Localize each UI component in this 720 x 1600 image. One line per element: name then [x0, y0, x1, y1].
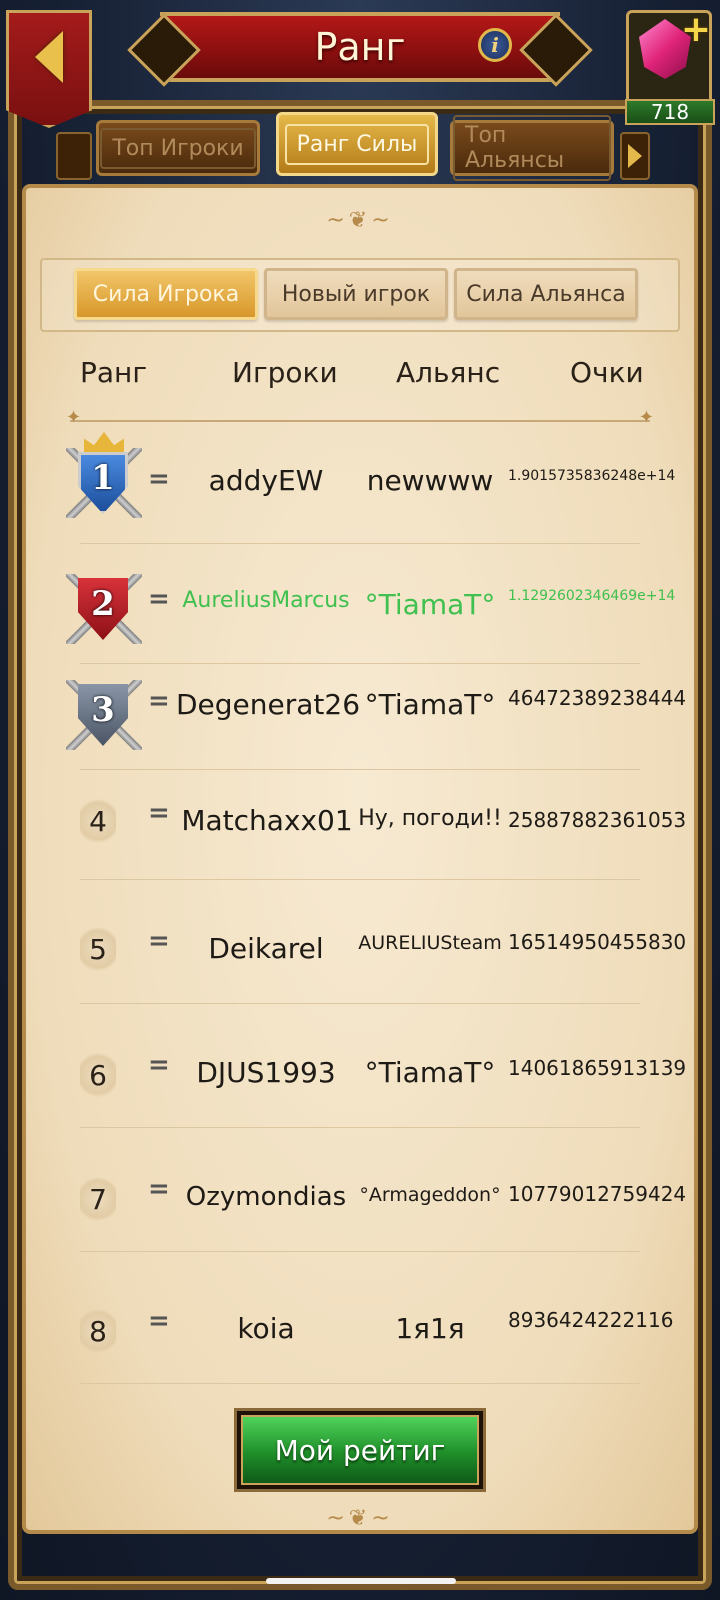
- rank-change: =: [148, 584, 170, 614]
- subtab-alliance-power[interactable]: Сила Альянса: [454, 268, 638, 320]
- points-value: 1.9015735836248e+14: [508, 468, 676, 484]
- rank-2-badge: 2: [66, 564, 142, 648]
- table-row[interactable]: 6 = DJUS1993 °TiamaT° 14061865913139: [80, 1004, 686, 1128]
- main-tabs: Топ Игроки Ранг Силы Топ Альянсы: [56, 112, 666, 182]
- points-value: 16514950455830: [508, 930, 687, 954]
- table-row[interactable]: 1 = addyEW newwww 1.9015735836248e+14: [66, 424, 675, 544]
- top-bar: Ранг i + 718: [0, 0, 720, 128]
- plus-icon[interactable]: +: [681, 9, 711, 50]
- column-headers: Ранг Игроки Альянс Очки: [60, 356, 660, 396]
- points-value: 10779012759424: [508, 1182, 687, 1206]
- rank-1-badge: 1: [66, 432, 142, 522]
- my-rating-button[interactable]: Мой рейтиг: [234, 1408, 486, 1492]
- header-alliance: Альянс: [396, 356, 501, 389]
- tab-label: Топ Игроки: [100, 127, 256, 169]
- rank-change: =: [148, 798, 170, 828]
- rank-change: =: [148, 1306, 170, 1336]
- table-row[interactable]: 4 = Matchaxx01 Ну, погоди!! 258878823610…: [80, 770, 686, 880]
- header-points: Очки: [570, 356, 644, 389]
- table-row[interactable]: 7 = Ozymondias °Armageddon° 107790127594…: [80, 1128, 686, 1252]
- alliance-name: °TiamaT°: [364, 1056, 496, 1089]
- rank-number: 6: [80, 1050, 116, 1100]
- tab-top-players[interactable]: Топ Игроки: [96, 120, 260, 176]
- rank-change: =: [148, 464, 170, 494]
- player-name: Ozymondias: [185, 1182, 347, 1212]
- points-value: 1.1292602346469e+14: [508, 588, 676, 604]
- tab-top-alliances[interactable]: Топ Альянсы: [450, 115, 614, 181]
- subtabs: Сила Игрока Новый игрок Сила Альянса: [40, 258, 680, 332]
- player-name: Deikarel: [208, 932, 324, 965]
- alliance-name: °TiamaT°: [364, 688, 496, 721]
- table-row[interactable]: 5 = Deikarel AURELIUSteam 16514950455830: [80, 880, 686, 1004]
- tab-left-stub: [56, 132, 92, 180]
- player-name: koia: [237, 1312, 295, 1345]
- gem-currency[interactable]: + 718: [625, 9, 715, 125]
- tab-label: Топ Альянсы: [453, 115, 611, 181]
- alliance-name: 1я1я: [395, 1312, 465, 1345]
- player-name: DJUS1993: [196, 1056, 336, 1089]
- alliance-name: newwww: [366, 464, 494, 497]
- header-rank: Ранг: [80, 356, 148, 389]
- player-name: Degenerat26: [176, 688, 361, 721]
- subtab-new-player[interactable]: Новый игрок: [264, 268, 448, 320]
- rank-number: 7: [80, 1174, 116, 1224]
- my-rating-label: Мой рейтиг: [241, 1415, 479, 1485]
- ornament-top: ~❦~: [326, 208, 394, 233]
- rank-change: =: [148, 686, 170, 716]
- rank-change: =: [148, 926, 170, 956]
- back-arrow-icon: [35, 31, 63, 83]
- tab-next-button[interactable]: [620, 132, 650, 180]
- player-name: AureliusMarcus: [182, 588, 350, 613]
- rank-change: =: [148, 1050, 170, 1080]
- ornament-bottom: ~❦~: [326, 1506, 394, 1531]
- points-value: 8936424222116: [508, 1308, 674, 1332]
- home-indicator[interactable]: [266, 1578, 456, 1584]
- points-value: 25887882361053: [508, 808, 687, 832]
- page-title: Ранг: [314, 25, 406, 69]
- chevron-right-icon: [628, 144, 642, 168]
- points-value: 14061865913139: [508, 1056, 687, 1080]
- rank-number: 5: [80, 924, 116, 974]
- table-row[interactable]: 8 = koia 1я1я 8936424222116: [80, 1252, 673, 1384]
- back-button[interactable]: [6, 10, 92, 128]
- player-name: addyEW: [208, 464, 324, 497]
- alliance-name: °TiamaT°: [364, 588, 496, 621]
- points-value: 46472389238444: [508, 686, 687, 710]
- header-players: Игроки: [232, 356, 338, 389]
- rank-number: 8: [80, 1306, 116, 1356]
- table-row[interactable]: 2 = AureliusMarcus °TiamaT° 1.1292602346…: [66, 544, 675, 664]
- alliance-name: °Armageddon°: [359, 1184, 501, 1206]
- header-divider: [66, 407, 654, 428]
- tab-label: Ранг Силы: [284, 123, 430, 165]
- crown-icon: [84, 432, 124, 454]
- tab-power-rank[interactable]: Ранг Силы: [276, 112, 438, 176]
- player-name: Matchaxx01: [181, 804, 353, 837]
- alliance-name: AURELIUSteam: [358, 932, 502, 954]
- subtab-player-power[interactable]: Сила Игрока: [74, 268, 258, 320]
- info-icon[interactable]: i: [478, 28, 512, 62]
- table-row[interactable]: 3 = Degenerat26 °TiamaT° 46472389238444: [66, 664, 686, 770]
- rank-change: =: [148, 1174, 170, 1204]
- alliance-name: Ну, погоди!!: [358, 806, 502, 831]
- rank-3-badge: 3: [66, 670, 142, 754]
- rank-number: 4: [80, 796, 116, 846]
